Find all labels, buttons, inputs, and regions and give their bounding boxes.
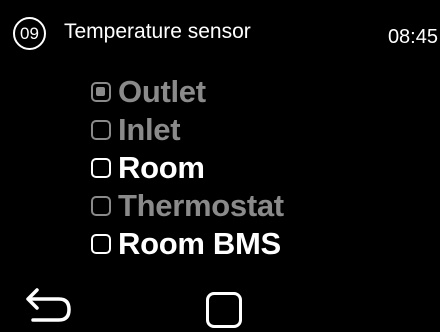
screen: 09 Temperature sensor 08:45 Outlet Inlet… xyxy=(0,0,440,332)
option-room[interactable]: Room xyxy=(91,149,284,187)
checkbox-icon xyxy=(91,120,111,140)
option-label: Room xyxy=(118,150,205,185)
clock: 08:45 xyxy=(387,26,438,48)
back-button[interactable] xyxy=(24,287,74,325)
option-outlet[interactable]: Outlet xyxy=(91,73,284,111)
option-list: Outlet Inlet Room Thermostat Room BMS xyxy=(91,73,284,263)
screen-number: 09 xyxy=(20,24,39,43)
option-room-bms[interactable]: Room BMS xyxy=(91,225,284,263)
checkbox-icon xyxy=(91,196,111,216)
checkbox-icon xyxy=(91,82,111,102)
option-thermostat[interactable]: Thermostat xyxy=(91,187,284,225)
option-inlet[interactable]: Inlet xyxy=(91,111,284,149)
option-label: Room BMS xyxy=(118,226,281,261)
option-label: Thermostat xyxy=(118,188,284,223)
option-label: Outlet xyxy=(118,74,206,109)
checkbox-icon xyxy=(91,158,111,178)
checkbox-fill-icon xyxy=(96,87,105,96)
option-label: Inlet xyxy=(118,112,181,147)
checkbox-icon xyxy=(91,234,111,254)
home-button[interactable] xyxy=(206,292,242,328)
screen-number-badge: 09 xyxy=(13,17,46,50)
back-arrow-icon xyxy=(26,288,71,322)
screen-title: Temperature sensor xyxy=(64,20,251,43)
